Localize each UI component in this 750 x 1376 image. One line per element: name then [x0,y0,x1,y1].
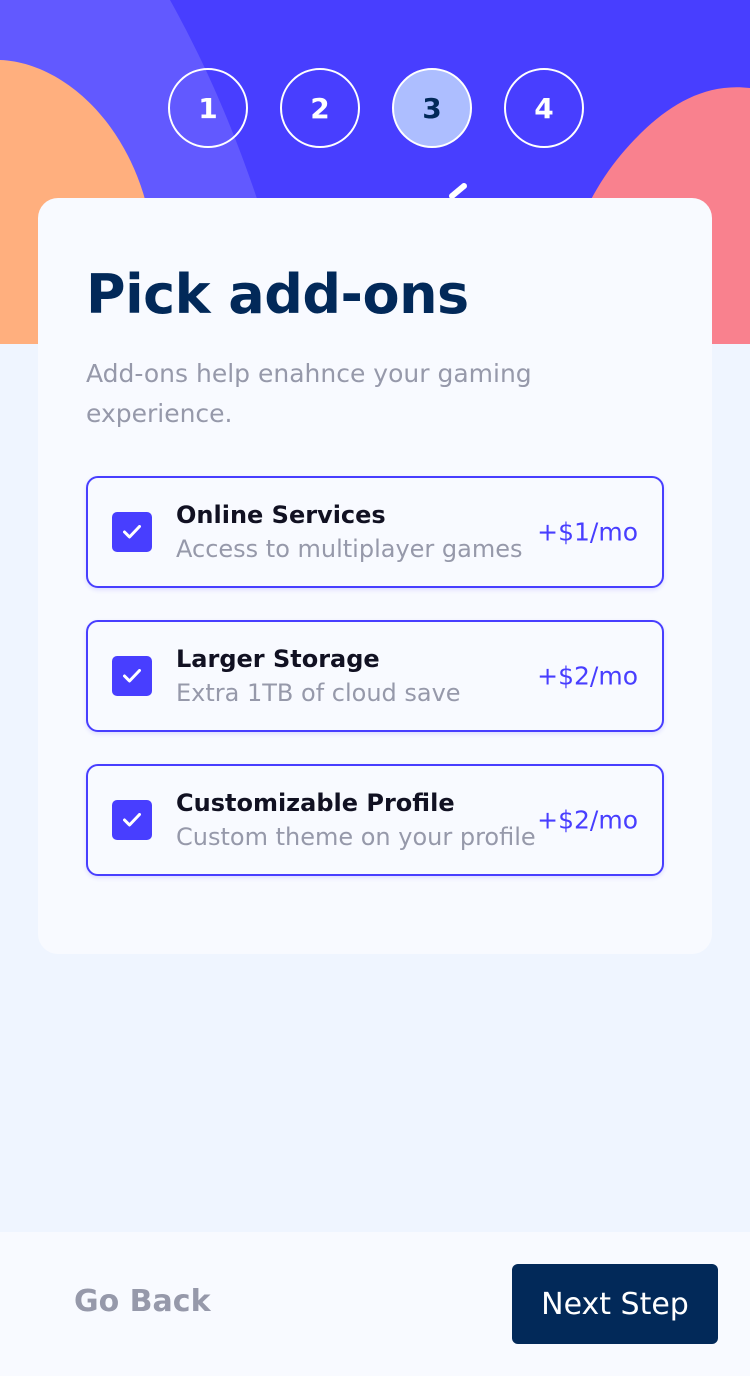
form-card: Pick add-ons Add-ons help enahnce your g… [38,198,712,954]
addon-customizable-profile[interactable]: Customizable Profile Custom theme on you… [86,764,664,876]
addon-list: Online Services Access to multiplayer ga… [86,476,664,876]
addon-text: Larger Storage Extra 1TB of cloud save [176,645,461,707]
addon-online-services[interactable]: Online Services Access to multiplayer ga… [86,476,664,588]
step-1[interactable]: 1 [168,68,248,148]
addon-price: +$1/mo [537,517,638,547]
addon-checkbox[interactable] [112,512,152,552]
checkmark-icon [123,525,141,539]
addon-checkbox[interactable] [112,656,152,696]
addon-price: +$2/mo [537,805,638,835]
addon-name: Customizable Profile [176,789,455,817]
addon-description: Access to multiplayer games [176,535,523,563]
addon-name: Larger Storage [176,645,380,673]
checkmark-icon [123,813,141,827]
next-step-button[interactable]: Next Step [512,1264,718,1344]
addon-larger-storage[interactable]: Larger Storage Extra 1TB of cloud save +… [86,620,664,732]
step-indicator: 1 2 3 4 [168,68,584,148]
step-4[interactable]: 4 [504,68,584,148]
addon-text: Online Services Access to multiplayer ga… [176,501,523,563]
addon-text: Customizable Profile Custom theme on you… [176,789,536,851]
page-subtitle: Add-ons help enahnce your gaming experie… [86,359,532,428]
step-2[interactable]: 2 [280,68,360,148]
addon-name: Online Services [176,501,386,529]
footer-bar: Go Back Next Step [0,1232,750,1376]
page: 1 2 3 4 Pick add-ons Add-ons help enahnc… [0,0,750,1376]
step-number: 2 [310,91,330,125]
page-title: Pick add-ons [86,263,469,326]
addon-price: +$2/mo [537,661,638,691]
step-3-active[interactable]: 3 [392,68,472,148]
step-number: 1 [198,91,218,125]
addon-checkbox[interactable] [112,800,152,840]
checkmark-icon [123,669,141,683]
step-number: 4 [534,91,554,125]
addon-description: Custom theme on your profile [176,823,536,851]
go-back-button[interactable]: Go Back [74,1284,211,1319]
step-number: 3 [422,91,442,125]
addon-description: Extra 1TB of cloud save [176,679,461,707]
